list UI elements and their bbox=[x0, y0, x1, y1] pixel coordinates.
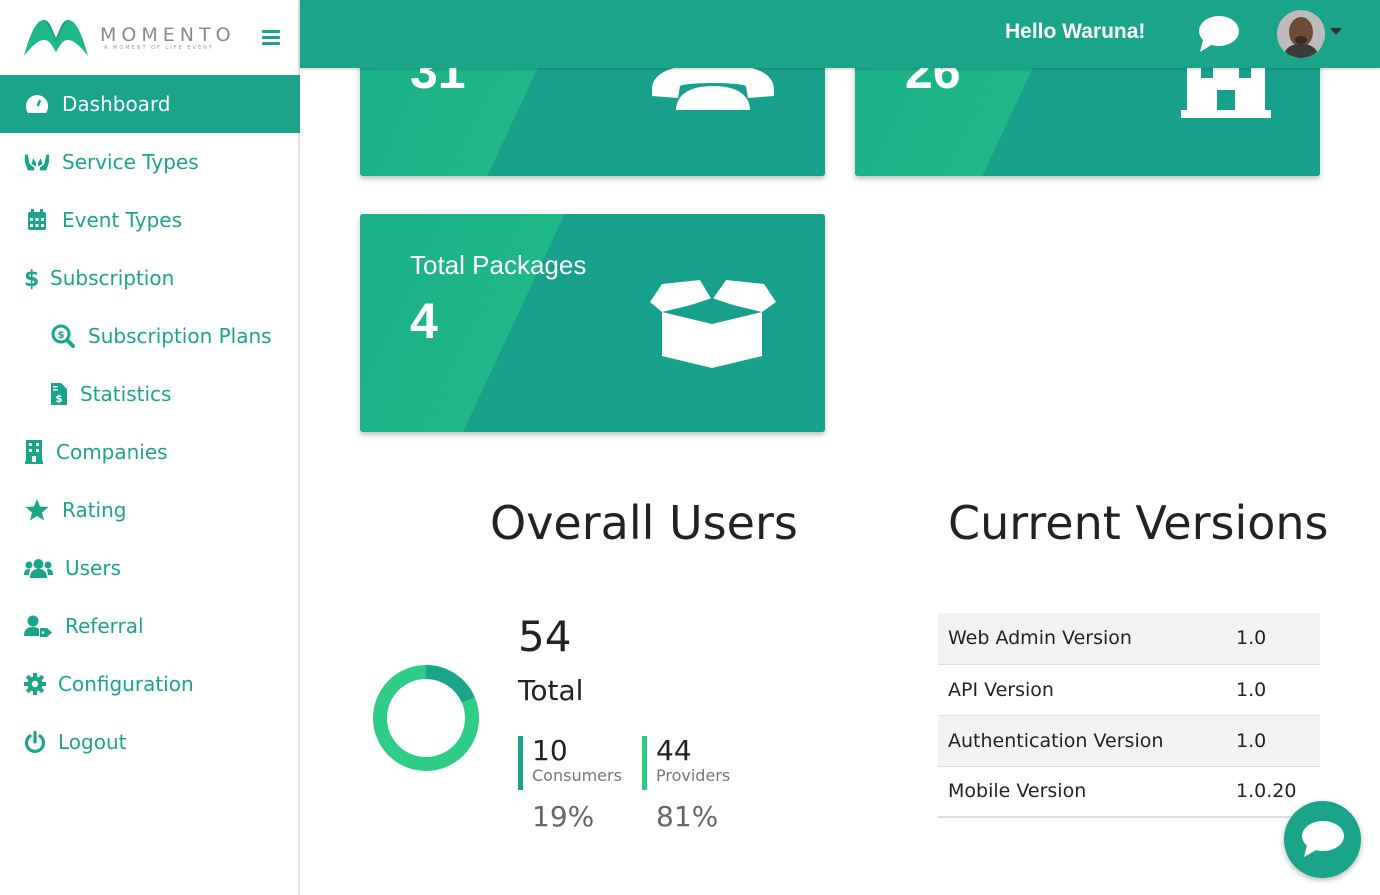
overall-users-title: Overall Users bbox=[490, 496, 798, 550]
momento-logo-icon bbox=[24, 20, 88, 56]
table-row: API Version 1.0 bbox=[938, 664, 1320, 716]
sidebar-item-label: Service Types bbox=[62, 150, 199, 174]
hands-icon bbox=[24, 150, 50, 174]
sidebar-item-subscription[interactable]: $ Subscription bbox=[0, 249, 300, 307]
providers-stat: 44 Providers bbox=[642, 736, 730, 790]
sidebar-item-statistics[interactable]: $ Statistics bbox=[0, 365, 300, 423]
avatar-image bbox=[1277, 10, 1325, 58]
sidebar-item-subscription-plans[interactable]: $ Subscription Plans bbox=[0, 307, 300, 365]
invoice-dollar-icon: $ bbox=[50, 382, 68, 406]
consumers-label: Consumers bbox=[532, 766, 622, 785]
star-icon bbox=[24, 498, 50, 522]
total-users-label: Total bbox=[518, 674, 584, 707]
power-icon bbox=[24, 730, 46, 754]
dashboard-gauge-icon bbox=[24, 92, 50, 116]
sidebar-item-label: Users bbox=[65, 556, 122, 580]
search-dollar-icon: $ bbox=[50, 324, 76, 348]
building-icon bbox=[1181, 68, 1271, 118]
providers-value: 44 bbox=[656, 734, 692, 767]
sidebar-item-label: Configuration bbox=[58, 672, 194, 696]
sidebar-item-label: Event Types bbox=[62, 208, 183, 232]
user-avatar[interactable] bbox=[1277, 10, 1325, 58]
total-packages-value: 4 bbox=[410, 293, 438, 349]
versions-table: Web Admin Version 1.0 API Version 1.0 Au… bbox=[938, 613, 1320, 818]
svg-text:$: $ bbox=[56, 394, 63, 405]
sidebar: MOMENTO A MOMENT OF LIFE EVENT Dashboard… bbox=[0, 0, 300, 895]
providers-percent: 81% bbox=[656, 800, 719, 833]
sidebar-item-dashboard[interactable]: Dashboard bbox=[0, 75, 300, 133]
consumers-percent: 19% bbox=[532, 800, 595, 833]
total-packages-title: Total Packages bbox=[410, 250, 587, 280]
sidebar-item-service-types[interactable]: Service Types bbox=[0, 133, 300, 191]
greeting-text: Hello Waruna! bbox=[1005, 20, 1146, 43]
sidebar-nav: Dashboard Service Types Event Types $ Su… bbox=[0, 75, 300, 771]
top-bar: Hello Waruna! bbox=[300, 0, 1380, 68]
sidebar-item-event-types[interactable]: Event Types bbox=[0, 191, 300, 249]
chat-bubble-icon bbox=[1302, 821, 1344, 857]
svg-text:$: $ bbox=[58, 330, 65, 341]
hamburger-icon bbox=[262, 30, 280, 33]
table-row: Mobile Version 1.0.20 bbox=[938, 766, 1320, 818]
consumers-stat: 10 Consumers bbox=[518, 736, 622, 790]
total-users-value: 54 bbox=[518, 612, 572, 661]
gear-icon bbox=[24, 672, 46, 696]
sidebar-item-label: Statistics bbox=[80, 382, 172, 406]
sidebar-item-label: Subscription bbox=[50, 266, 175, 290]
consumers-value: 10 bbox=[532, 734, 568, 767]
sidebar-item-label: Subscription Plans bbox=[88, 324, 272, 348]
dollar-icon: $ bbox=[24, 266, 38, 290]
svg-text:$: $ bbox=[24, 267, 38, 290]
users-icon bbox=[24, 556, 53, 580]
sidebar-item-referral[interactable]: Referral bbox=[0, 597, 300, 655]
providers-label: Providers bbox=[656, 766, 731, 785]
brand-tagline: A MOMENT OF LIFE EVENT bbox=[104, 45, 214, 51]
version-name: Mobile Version bbox=[938, 766, 1226, 818]
calendar-icon bbox=[24, 208, 50, 232]
sidebar-item-users[interactable]: Users bbox=[0, 539, 300, 597]
floating-chat-button[interactable] bbox=[1284, 801, 1361, 878]
sidebar-item-label: Referral bbox=[65, 614, 144, 638]
current-versions-title: Current Versions bbox=[948, 496, 1329, 550]
sidebar-item-label: Logout bbox=[58, 730, 127, 754]
brand: MOMENTO A MOMENT OF LIFE EVENT bbox=[0, 0, 300, 75]
table-row: Authentication Version 1.0 bbox=[938, 715, 1320, 767]
phone-icon bbox=[652, 64, 774, 110]
sidebar-item-configuration[interactable]: Configuration bbox=[0, 655, 300, 713]
sidebar-item-rating[interactable]: Rating bbox=[0, 481, 300, 539]
box-open-icon bbox=[650, 280, 776, 368]
building-icon bbox=[24, 440, 44, 464]
version-value: 1.0 bbox=[1226, 613, 1320, 665]
total-packages-card: Total Packages 4 bbox=[360, 214, 825, 432]
sidebar-item-label: Companies bbox=[56, 440, 168, 464]
sidebar-item-label: Rating bbox=[62, 498, 127, 522]
version-name: API Version bbox=[938, 664, 1226, 716]
user-tag-icon bbox=[24, 614, 53, 638]
version-value: 1.0 bbox=[1226, 715, 1320, 767]
user-menu-caret-icon[interactable] bbox=[1330, 28, 1342, 35]
sidebar-item-logout[interactable]: Logout bbox=[0, 713, 300, 771]
users-donut-chart bbox=[373, 665, 479, 771]
chat-icon[interactable] bbox=[1197, 14, 1241, 54]
version-value: 1.0 bbox=[1226, 664, 1320, 716]
sidebar-item-label: Dashboard bbox=[62, 92, 171, 116]
table-row: Web Admin Version 1.0 bbox=[938, 613, 1320, 665]
menu-toggle-button[interactable] bbox=[262, 30, 280, 46]
sidebar-item-companies[interactable]: Companies bbox=[0, 423, 300, 481]
brand-name: MOMENTO bbox=[100, 24, 236, 46]
version-name: Web Admin Version bbox=[938, 613, 1226, 665]
version-name: Authentication Version bbox=[938, 715, 1226, 767]
